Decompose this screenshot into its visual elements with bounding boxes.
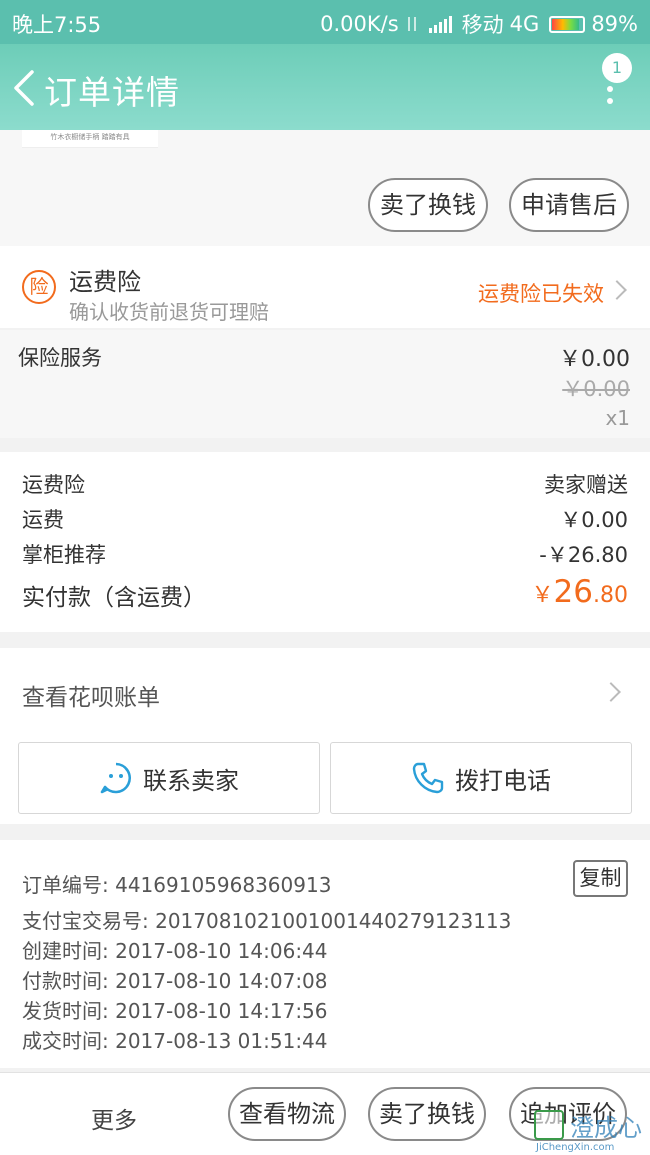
order-number: 订单编号: 44169105968360913 <box>22 869 331 898</box>
summary-label: 掌柜推荐 <box>22 543 106 567</box>
total-amount: ￥26.80 <box>532 574 628 610</box>
page-title: 订单详情 <box>44 73 180 112</box>
insurance-icon: 险 <box>22 270 56 304</box>
order-info-row: 付款时间: 2017-08-10 14:07:08 <box>22 969 328 993</box>
sell-exchange-bottom-button[interactable]: 卖了换钱 <box>368 1087 486 1141</box>
view-logistics-button[interactable]: 查看物流 <box>228 1087 346 1141</box>
total-decimal: .80 <box>593 583 628 608</box>
call-phone-label: 拨打电话 <box>455 766 551 795</box>
order-number-label: 订单编号: <box>22 873 109 897</box>
after-sale-button[interactable]: 申请售后 <box>509 178 629 232</box>
total-integer: 26 <box>553 574 593 610</box>
service-original-price: ￥0.00 <box>562 377 630 401</box>
service-label: 保险服务 <box>18 346 102 370</box>
phone-icon <box>412 762 444 794</box>
network-type: 4G <box>509 12 540 36</box>
network-speed: 0.00K/s <box>320 12 399 36</box>
order-info-row: 成交时间: 2017-08-13 01:51:44 <box>22 1029 328 1053</box>
sell-exchange-button[interactable]: 卖了换钱 <box>368 178 488 232</box>
watermark-text: 澄成心 <box>570 1114 642 1142</box>
huabei-label: 查看花呗账单 <box>22 685 160 711</box>
more-button[interactable]: 更多 <box>91 1101 137 1135</box>
order-info-row: 创建时间: 2017-08-10 14:06:44 <box>22 939 328 963</box>
order-info-row: 支付宝交易号: 2017081021001001440279123113 <box>22 909 512 933</box>
status-right: 0.00K/s 移动 4G 89% <box>320 9 638 39</box>
summary-value: -￥26.80 <box>539 543 628 567</box>
service-quantity: x1 <box>605 406 630 430</box>
status-bar: 晚上7:55 0.00K/s 移动 4G 89% <box>0 0 650 44</box>
message-badge: 1 <box>602 53 632 83</box>
total-currency: ￥ <box>531 583 554 608</box>
watermark-url: JiChengXin.com <box>536 1142 615 1153</box>
summary-value: 卖家赠送 <box>544 473 628 497</box>
carrier-name: 移动 <box>461 13 504 37</box>
copy-button[interactable]: 复制 <box>573 860 628 897</box>
battery-percent: 89% <box>591 12 638 36</box>
chat-face-icon <box>100 762 132 794</box>
contact-seller-button[interactable]: 联系卖家 <box>18 742 320 814</box>
insurance-subtitle: 确认收货前退货可理赔 <box>69 300 269 324</box>
battery-icon <box>549 15 586 33</box>
order-number-value: 44169105968360913 <box>115 873 332 897</box>
total-label: 实付款（含运费） <box>22 585 206 611</box>
order-info-row: 发货时间: 2017-08-10 14:17:56 <box>22 999 328 1023</box>
product-thumbnail[interactable]: 竹木衣橱储手柄 踏踏有具 <box>22 130 158 148</box>
nav-bar: 订单详情 1 <box>0 44 650 130</box>
insurance-status: 运费险已失效 <box>478 282 604 306</box>
signal-icon <box>428 15 452 33</box>
service-price: ￥0.00 <box>559 347 630 372</box>
summary-label: 运费 <box>22 508 64 532</box>
data-transfer-icon <box>405 15 419 33</box>
call-phone-button[interactable]: 拨打电话 <box>330 742 632 814</box>
summary-label: 运费险 <box>22 473 85 497</box>
insurance-title: 运费险 <box>69 268 141 296</box>
site-watermark: 澄成心 JiChengXin.com <box>532 1108 650 1155</box>
back-icon[interactable] <box>10 68 40 108</box>
summary-value: ￥0.00 <box>560 508 628 532</box>
status-time: 晚上7:55 <box>12 13 102 37</box>
contact-seller-label: 联系卖家 <box>143 766 239 795</box>
watermark-logo-icon <box>534 1110 564 1140</box>
